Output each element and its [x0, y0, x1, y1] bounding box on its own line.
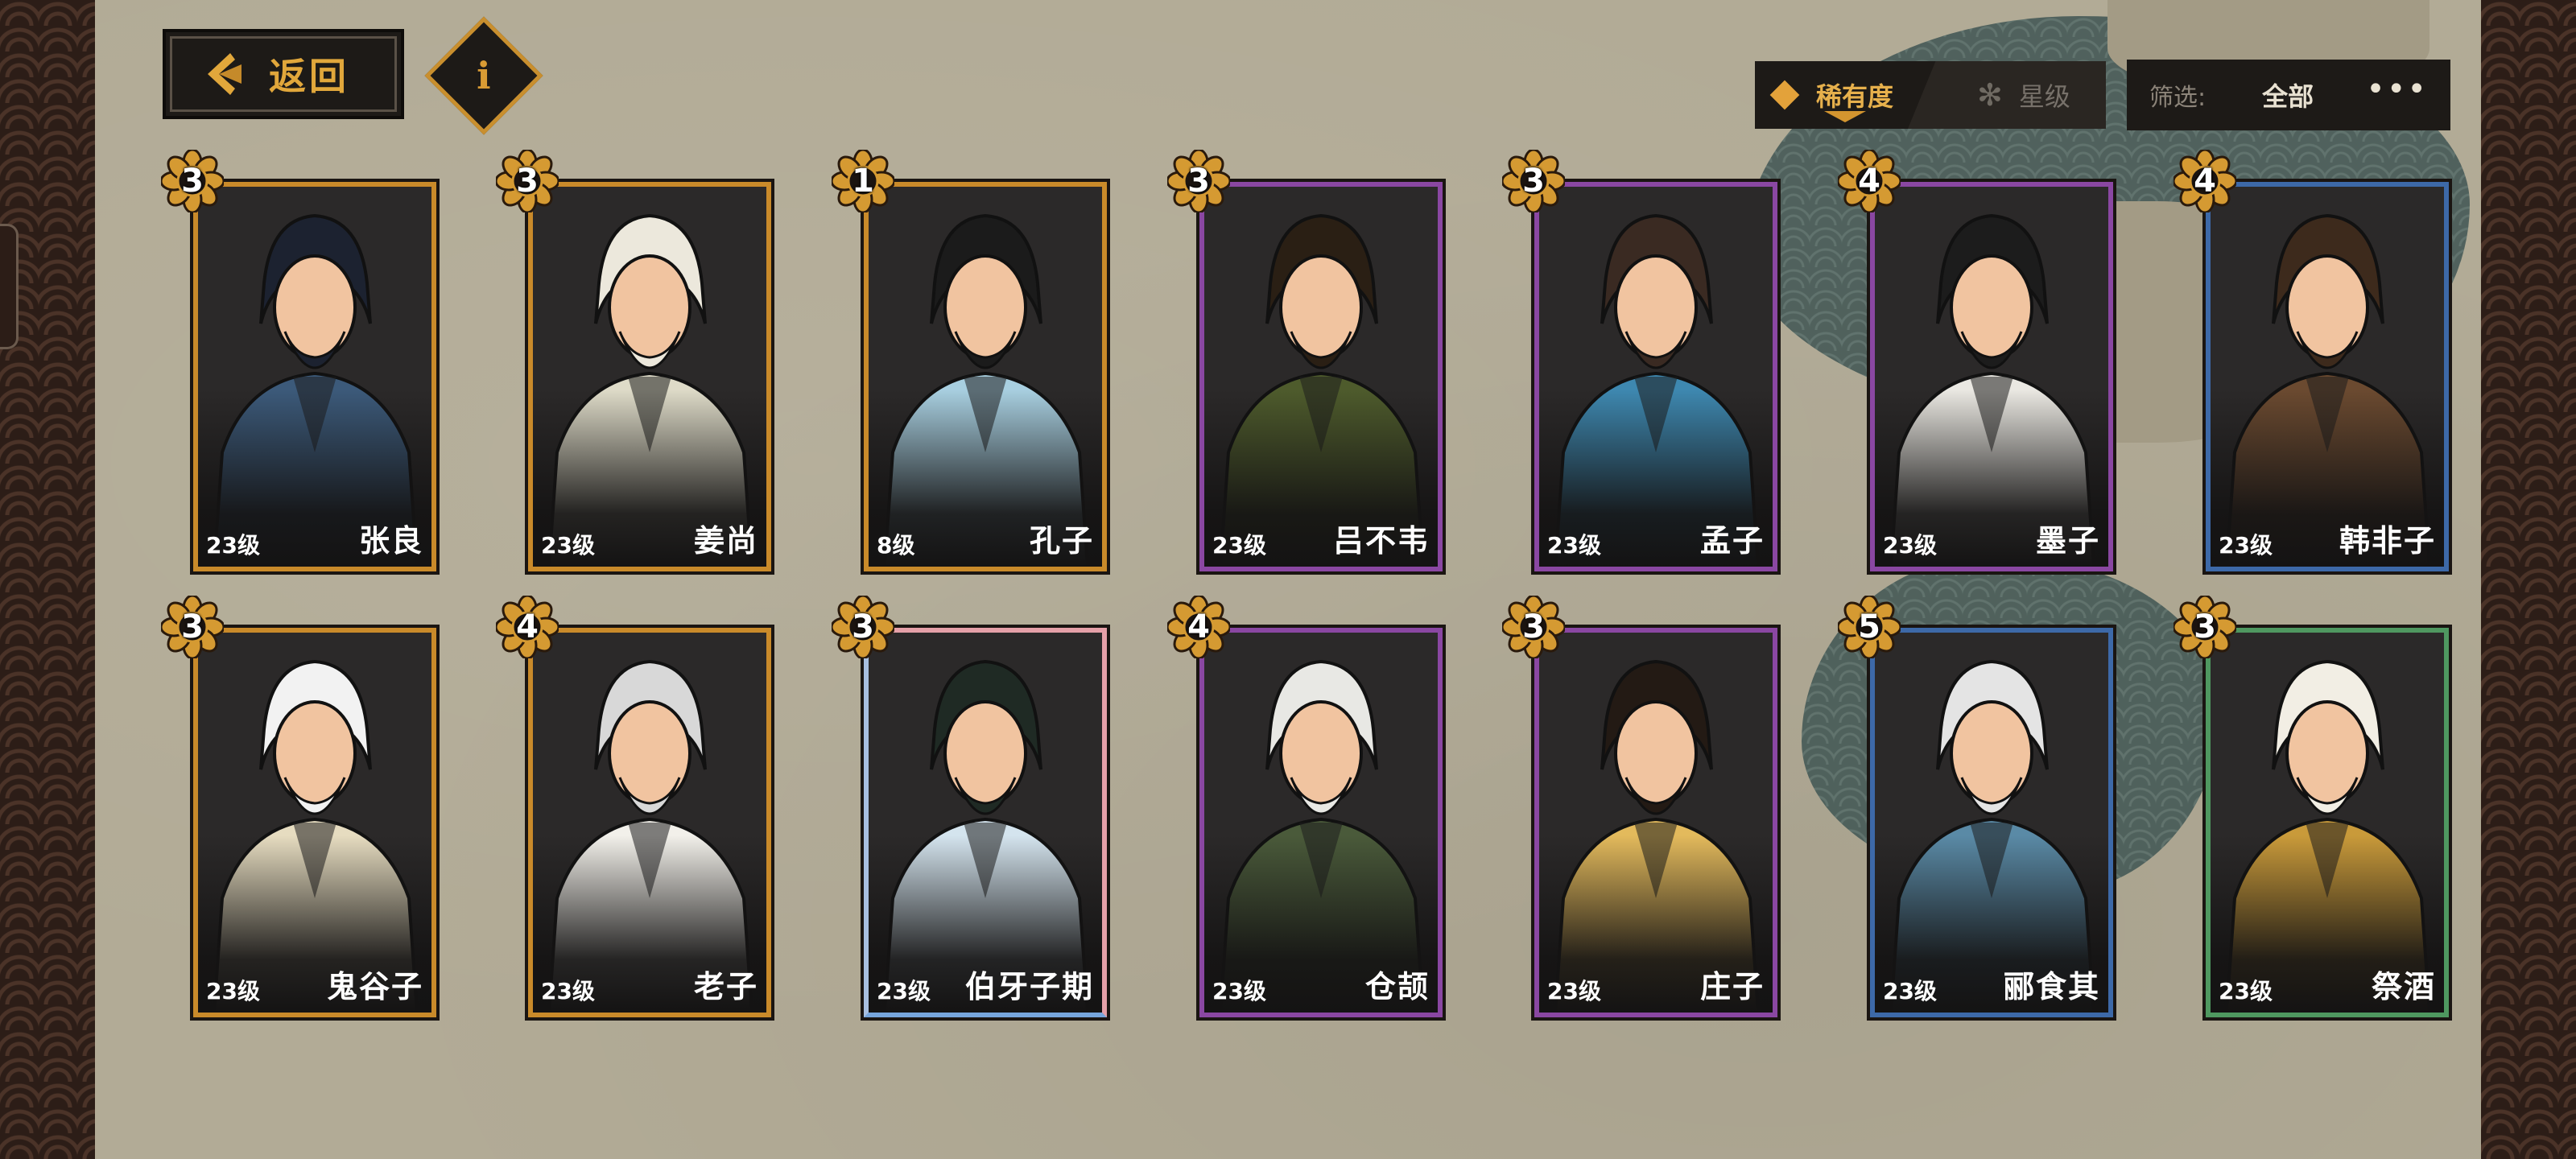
star-count: 3 — [516, 163, 539, 200]
back-label: 返回 — [269, 55, 349, 98]
star-count-badge: 3 — [1502, 150, 1565, 212]
star-count: 4 — [1858, 163, 1880, 200]
star-flower-icon: ✻ — [1977, 77, 2003, 113]
character-card[interactable]: 23级 孟子 — [1531, 179, 1781, 575]
sort-star-label: 星级 — [2018, 81, 2070, 112]
character-name: 郦食其 — [2003, 969, 2100, 1004]
diamond-icon — [1769, 80, 1800, 110]
star-count-badge: 3 — [161, 150, 224, 212]
star-count-badge: 3 — [161, 596, 224, 658]
character-card[interactable]: 23级 老子 — [525, 625, 774, 1021]
side-handle[interactable] — [0, 224, 19, 349]
character-name: 庄子 — [1699, 969, 1765, 1004]
filter-label: 筛选: — [2149, 84, 2207, 112]
character-name: 祭酒 — [2371, 969, 2436, 1004]
character-name: 姜尚 — [693, 523, 758, 559]
character-level: 23级 — [206, 532, 260, 559]
star-count: 3 — [181, 608, 204, 645]
character-name: 仓颉 — [1364, 969, 1430, 1004]
star-count: 3 — [1522, 608, 1545, 645]
character-card[interactable]: 23级 伯牙子期 — [861, 625, 1110, 1021]
star-count-badge: 1 — [832, 150, 894, 212]
character-level: 23级 — [541, 978, 595, 1004]
star-count: 3 — [2194, 608, 2216, 645]
star-count: 5 — [1858, 608, 1880, 645]
star-count-badge: 3 — [496, 150, 559, 212]
character-level: 23级 — [2219, 978, 2273, 1004]
character-level: 23级 — [1212, 978, 1266, 1004]
star-count-badge: 3 — [2174, 596, 2236, 658]
star-count: 1 — [852, 163, 874, 200]
character-level: 8级 — [877, 532, 915, 559]
character-card[interactable]: 23级 郦食其 — [1867, 625, 2116, 1021]
right-frame-border — [2476, 0, 2576, 1159]
star-count: 4 — [516, 608, 539, 645]
back-button[interactable]: 返回 — [163, 29, 404, 119]
star-count: 3 — [1187, 163, 1210, 200]
star-count: 3 — [181, 163, 204, 200]
character-card[interactable]: 23级 庄子 — [1531, 625, 1781, 1021]
star-count-badge: 4 — [2174, 150, 2236, 212]
back-arrow-icon — [208, 53, 242, 95]
character-level: 23级 — [877, 978, 931, 1004]
star-count-badge: 3 — [1167, 150, 1230, 212]
more-options-icon[interactable]: ••• — [2366, 71, 2428, 108]
sort-by-star-tab[interactable]: ✻ 星级 — [1908, 61, 2106, 129]
character-card[interactable]: 23级 鬼谷子 — [190, 625, 440, 1021]
star-count-badge: 4 — [1838, 150, 1901, 212]
filter-value: 全部 — [2262, 81, 2314, 112]
character-card[interactable]: 23级 姜尚 — [525, 179, 774, 575]
character-card[interactable]: 23级 吕不韦 — [1196, 179, 1446, 575]
info-icon: i — [477, 53, 491, 97]
character-name: 韩非子 — [2339, 523, 2436, 559]
sort-rarity-label: 稀有度 — [1816, 81, 1894, 112]
character-name: 孟子 — [1699, 523, 1765, 559]
character-level: 23级 — [541, 532, 595, 559]
star-count-badge: 3 — [1502, 596, 1565, 658]
star-count: 4 — [1187, 608, 1210, 645]
character-level: 23级 — [2219, 532, 2273, 559]
left-frame-border — [0, 0, 100, 1159]
character-level: 23级 — [1883, 532, 1937, 559]
character-level: 23级 — [1547, 532, 1601, 559]
character-name: 伯牙子期 — [964, 969, 1094, 1004]
star-count: 3 — [1522, 163, 1545, 200]
character-card[interactable]: 23级 张良 — [190, 179, 440, 575]
star-count-badge: 5 — [1838, 596, 1901, 658]
character-card[interactable]: 23级 墨子 — [1867, 179, 2116, 575]
character-name: 张良 — [358, 523, 423, 559]
character-card[interactable]: 23级 韩非子 — [2202, 179, 2452, 575]
character-card[interactable]: 23级 仓颉 — [1196, 625, 1446, 1021]
character-name: 老子 — [693, 969, 758, 1004]
character-name: 吕不韦 — [1332, 523, 1430, 559]
star-count-badge: 4 — [496, 596, 559, 658]
filter-dropdown[interactable]: 筛选: 全部 ••• — [2127, 60, 2450, 130]
character-name: 墨子 — [2035, 523, 2100, 559]
character-name: 鬼谷子 — [326, 969, 423, 1004]
star-count: 3 — [852, 608, 874, 645]
active-tab-indicator — [1824, 111, 1866, 122]
star-count-badge: 3 — [832, 596, 894, 658]
character-level: 23级 — [206, 978, 260, 1004]
character-level: 23级 — [1883, 978, 1937, 1004]
character-card[interactable]: 23级 祭酒 — [2202, 625, 2452, 1021]
character-level: 23级 — [1547, 978, 1601, 1004]
character-level: 23级 — [1212, 532, 1266, 559]
character-card[interactable]: 8级 孔子 — [861, 179, 1110, 575]
character-name: 孔子 — [1029, 523, 1094, 559]
star-count-badge: 4 — [1167, 596, 1230, 658]
star-count: 4 — [2194, 163, 2216, 200]
